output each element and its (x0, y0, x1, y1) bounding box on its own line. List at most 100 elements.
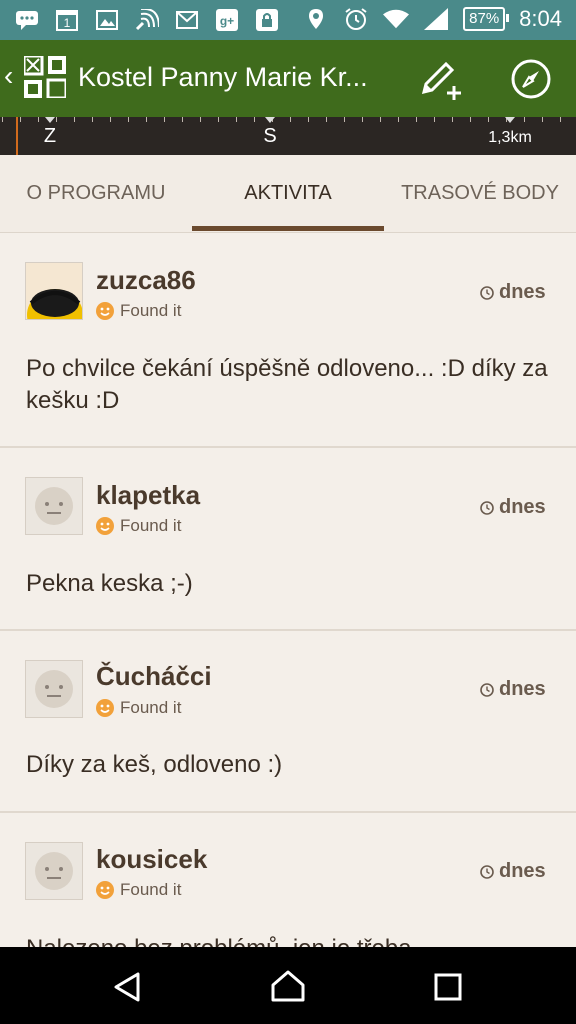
ruler-tick (182, 117, 183, 122)
recents-nav-icon[interactable] (434, 973, 462, 1001)
log-entry[interactable]: klapetka Found it dnes Pekna keska ;-) (0, 448, 576, 631)
avatar[interactable] (25, 660, 83, 718)
user-photo (26, 263, 82, 319)
log-text: Po chvilce čekání úspěšně odloveno... :D… (26, 355, 548, 414)
ruler-tick (290, 117, 291, 122)
back-nav-icon[interactable] (112, 971, 144, 1003)
navigate-button[interactable] (508, 56, 554, 102)
location-icon (303, 6, 329, 32)
ruler-tick (452, 117, 453, 122)
wifi-icon (383, 6, 410, 32)
log-date-label: dnes (499, 496, 546, 518)
log-type: Found it (96, 301, 181, 321)
gallery-icon (94, 7, 120, 33)
add-log-button[interactable] (418, 56, 464, 102)
tab-o-programu[interactable]: O PROGRAMU (0, 155, 192, 232)
log-text: Nalezeno bez problémů, jen je třeba (26, 933, 556, 947)
ruler-tick (254, 117, 255, 122)
tab-bar: O PROGRAMU AKTIVITA TRASOVÉ BODY (0, 155, 576, 233)
log-entry[interactable]: zuzca86 Found it dnes Po chvilce čekání … (0, 233, 576, 448)
ruler-tick (128, 117, 129, 122)
ruler-tick (470, 117, 471, 122)
ruler-tick (416, 117, 417, 122)
log-type: Found it (96, 516, 181, 536)
ruler-marker (265, 117, 275, 123)
ruler-tick (146, 117, 147, 122)
mail-icon (174, 7, 200, 33)
ruler-tick (92, 117, 93, 122)
svg-text:g+: g+ (220, 14, 234, 28)
tab-trasove-body[interactable]: TRASOVÉ BODY (384, 155, 576, 232)
ruler-tick (434, 117, 435, 122)
clock-icon (480, 500, 494, 515)
tab-aktivita[interactable]: AKTIVITA (192, 155, 384, 232)
clock-icon (480, 682, 494, 697)
log-date-label: dnes (499, 678, 546, 700)
ruler-tick (524, 117, 525, 122)
log-username[interactable]: klapetka (96, 480, 200, 511)
avatar[interactable] (25, 477, 83, 535)
back-button[interactable]: ‹ (4, 60, 13, 92)
ruler-tick (38, 117, 39, 122)
system-navigation-bar (0, 947, 576, 1024)
alarm-icon (343, 6, 369, 32)
log-username[interactable]: Čucháčci (96, 661, 212, 692)
found-it-icon (96, 517, 114, 535)
log-type-label: Found it (120, 301, 182, 320)
clock-icon (480, 285, 494, 300)
ruler-tick (74, 117, 75, 122)
log-date: dnes (480, 860, 546, 883)
ruler-tick (2, 117, 3, 122)
ruler-label: S (263, 125, 276, 147)
status-bar: 1 g+ 87% 8:04 (0, 0, 576, 40)
ruler-tick (218, 117, 219, 122)
calendar-icon: 1 (54, 7, 80, 33)
clock-icon (480, 864, 494, 879)
ruler-tick (236, 117, 237, 122)
avatar[interactable] (25, 842, 83, 900)
ruler-tick (326, 117, 327, 122)
ruler-label: Z (44, 125, 56, 147)
signal-icon (423, 6, 449, 32)
ruler-tick (200, 117, 201, 122)
ruler-tick (56, 117, 57, 122)
found-it-icon (96, 302, 114, 320)
activity-feed[interactable]: zuzca86 Found it dnes Po chvilce čekání … (0, 233, 576, 947)
log-type: Found it (96, 698, 181, 718)
active-tab-indicator (192, 226, 384, 231)
log-entry[interactable]: kousicek Found it dnes Nalezeno bez prob… (0, 813, 576, 947)
battery-indicator: 87% (463, 7, 510, 31)
home-nav-icon[interactable] (270, 969, 306, 1003)
ruler-label: 1,3km (488, 129, 532, 146)
ruler-tick (398, 117, 399, 122)
wifi-calling-icon (134, 7, 160, 33)
chat-icon (14, 7, 40, 33)
log-username[interactable]: kousicek (96, 844, 207, 875)
log-date-label: dnes (499, 281, 546, 303)
lock-icon (254, 7, 280, 33)
ruler-tick (488, 117, 489, 122)
log-username[interactable]: zuzca86 (96, 265, 196, 296)
found-it-icon (96, 699, 114, 717)
ruler-tick (362, 117, 363, 122)
log-entry[interactable]: Čucháčci Found it dnes Díky za keš, odlo… (0, 631, 576, 813)
geocaching-logo-icon[interactable] (22, 54, 68, 100)
log-type-label: Found it (120, 516, 182, 535)
ruler-tick (164, 117, 165, 122)
ruler-tick (542, 117, 543, 122)
log-text: Díky za keš, odloveno :) (26, 751, 283, 778)
log-date: dnes (480, 678, 546, 701)
log-date: dnes (480, 281, 546, 304)
found-it-icon (96, 881, 114, 899)
avatar[interactable] (25, 262, 83, 320)
ruler-tick (20, 117, 21, 122)
google-plus-icon: g+ (214, 7, 240, 33)
ruler-marker (45, 117, 55, 123)
ruler-tick (380, 117, 381, 122)
compass-ruler: Z S 1,3km (0, 117, 576, 155)
ruler-tick (308, 117, 309, 122)
ruler-tick (560, 117, 561, 122)
pencil-plus-icon (421, 61, 461, 100)
default-avatar-icon (35, 670, 73, 708)
default-avatar-icon (35, 852, 73, 890)
